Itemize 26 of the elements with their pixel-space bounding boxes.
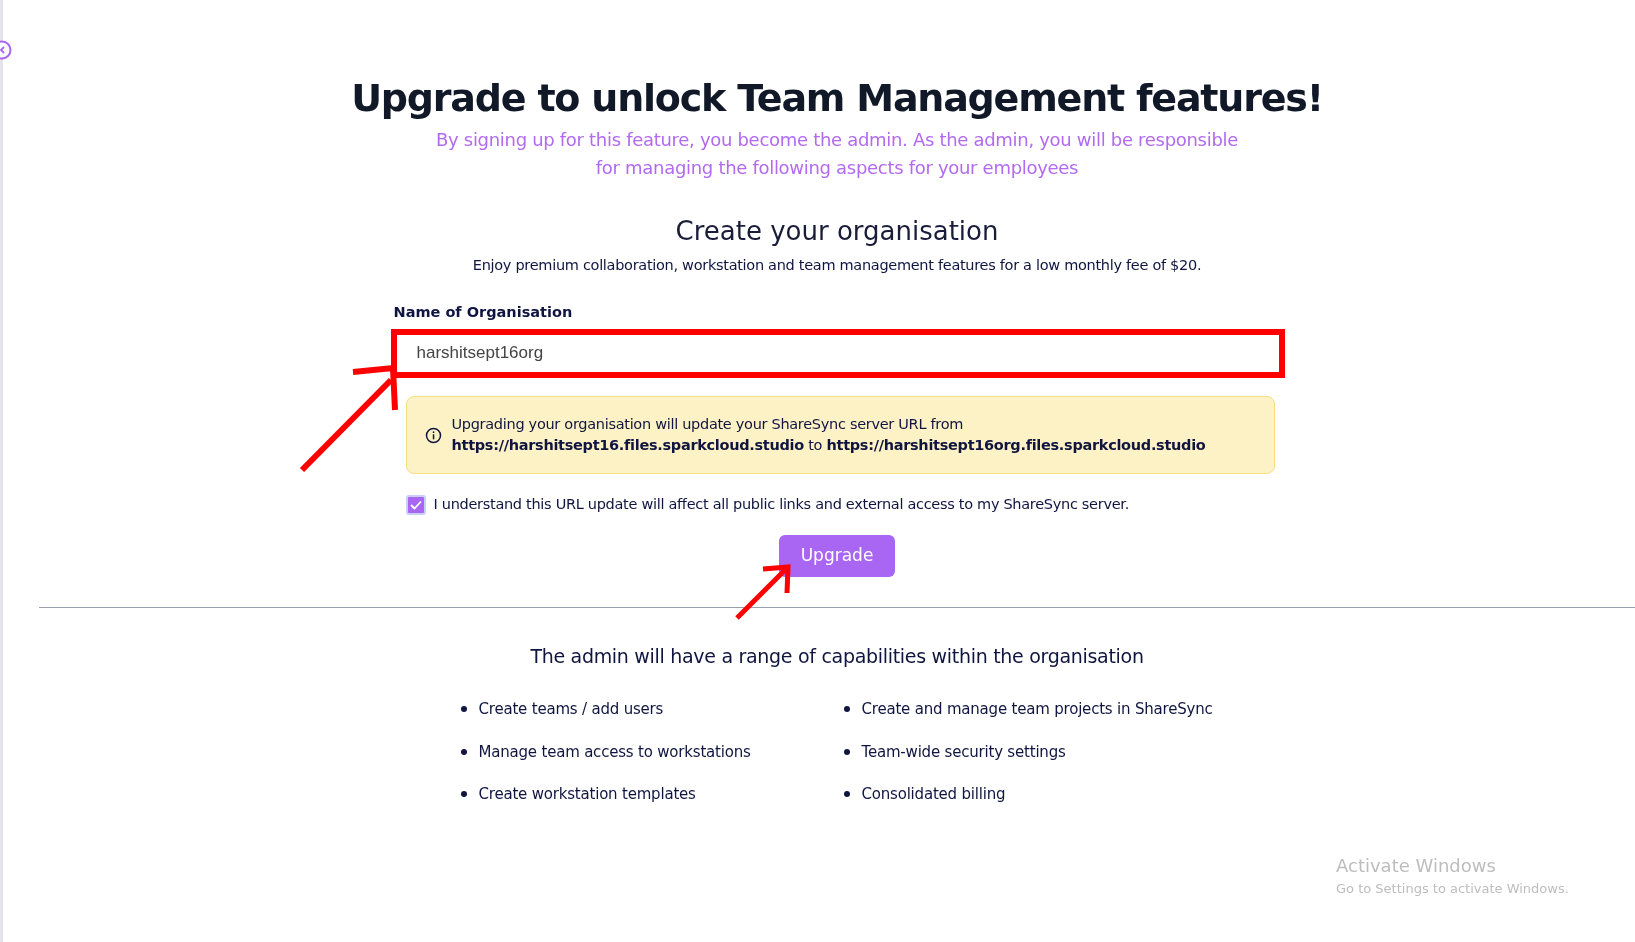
bullet-icon — [843, 748, 850, 755]
section-heading: Create your organisation — [674, 214, 1000, 248]
bullet-icon — [843, 791, 850, 798]
capability-item: Consolidated billing — [861, 784, 1006, 806]
capability-item: Create teams / add users — [478, 699, 664, 721]
capability-item: Create and manage team projects in ShareSync — [861, 699, 1213, 721]
page-title: Upgrade to unlock Team Management features! — [350, 76, 1324, 122]
capability-item: Manage team access to workstations — [478, 741, 751, 763]
os-notice-text: Go to Settings to activate Windows. — [1336, 880, 1569, 898]
description: Enjoy premium collaboration, workstation and team management features for a low monthly fee of $20. — [471, 255, 1203, 275]
capability-item: Create workstation templates — [478, 784, 696, 806]
bullet-icon — [460, 706, 467, 713]
consent-checkbox[interactable] — [405, 495, 426, 516]
subtitle: By signing up for this feature, you become the admin. As the admin, you will be responsible for managing the following aspects for your employees — [435, 127, 1239, 180]
bullet-icon — [843, 706, 850, 713]
upgrade-button[interactable]: Upgrade — [778, 535, 896, 577]
notice-text: Upgrading your organisation will update your ShareSync server URL from https://harshitsept16.files.sparkcloud.studio to https://harshitsept16org.files.sparkcloud.studio — [451, 415, 1206, 456]
consent-label: I understand this URL update will affect all public links and external access to my ShareSync server. — [433, 495, 1129, 515]
section-heading: The admin will have a range of capabilities within the organisation — [529, 643, 1145, 669]
capability-item: Team-wide security settings — [861, 741, 1066, 763]
bullet-icon — [460, 791, 467, 798]
os-notice-title: Activate Windows — [1336, 854, 1497, 878]
check-icon — [409, 500, 422, 511]
field-label: Name of Organisation — [393, 303, 573, 323]
info-icon — [424, 426, 442, 444]
bullet-icon — [460, 748, 467, 755]
